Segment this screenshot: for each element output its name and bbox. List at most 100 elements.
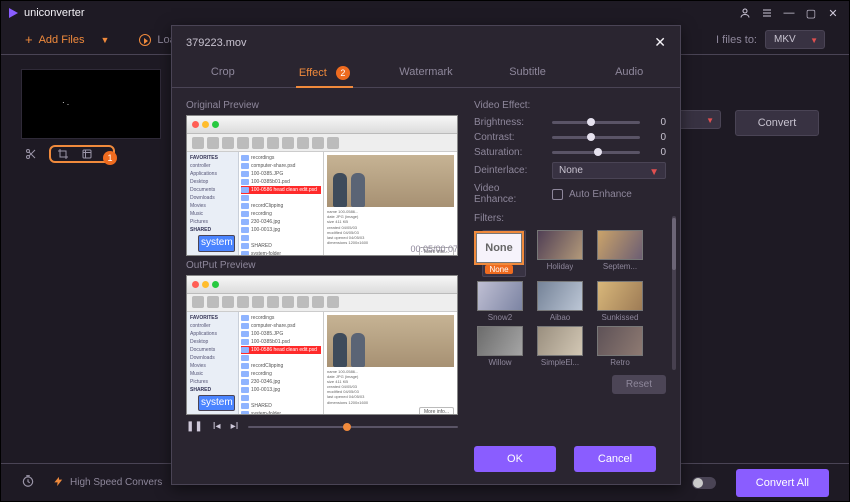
video-thumbnail[interactable] [21, 69, 161, 139]
saturation-slider[interactable] [552, 151, 640, 154]
preview-column: Original Preview FAVORITEScontrollerAppl… [172, 88, 468, 438]
effect-controls: Video Effect: Brightness: 0 Contrast: 0 … [468, 88, 680, 438]
original-preview-label: Original Preview [186, 100, 458, 111]
crop-icon[interactable] [57, 148, 69, 160]
filter-name: Willow [488, 358, 511, 367]
tab-subtitle[interactable]: Subtitle [477, 59, 579, 87]
deinterlace-value: None [559, 165, 583, 176]
filters-scrollbar[interactable] [672, 216, 676, 370]
edit-tools-highlight: 1 [49, 145, 115, 163]
dialog-body: Original Preview FAVORITEScontrollerAppl… [172, 88, 680, 438]
filter-simpleel-[interactable]: SimpleEl... [534, 326, 586, 367]
filter-thumbnail [537, 230, 583, 260]
maximize-button[interactable]: ▢ [803, 5, 819, 21]
filter-willow[interactable]: Willow [474, 326, 526, 367]
thumbnail-tools: 1 [21, 139, 161, 169]
filter-thumbnail [537, 281, 583, 311]
deinterlace-label: Deinterlace: [474, 165, 544, 176]
titlebar: uniconverter — ▢ ✕ [1, 1, 849, 25]
pause-button[interactable]: ❚❚ [186, 421, 203, 432]
seek-bar[interactable] [248, 426, 458, 428]
filter-sunkissed[interactable]: Sunkissed [594, 281, 646, 322]
saturation-row: Saturation: 0 [474, 147, 666, 158]
brightness-value: 0 [648, 117, 666, 128]
filter-holiday[interactable]: Holiday [534, 230, 586, 277]
saturation-value: 0 [648, 147, 666, 158]
prev-frame-button[interactable]: I◂ [213, 421, 221, 432]
filter-name: Holiday [547, 262, 574, 271]
filter-name: Septem... [603, 262, 637, 271]
slider-handle[interactable] [587, 118, 595, 126]
minimize-button[interactable]: — [781, 5, 797, 21]
chevron-down-icon: ▼ [100, 35, 109, 45]
playback-controls: ❚❚ I◂ ▸I [186, 415, 458, 438]
filter-name: SimpleEl... [541, 358, 579, 367]
bolt-icon [53, 476, 64, 490]
filter-none[interactable]: NoneNone [482, 230, 526, 277]
tab-crop[interactable]: Crop [172, 59, 274, 87]
add-files-button[interactable]: + Add Files ▼ [25, 32, 109, 47]
filter-septem-[interactable]: Septem... [594, 230, 646, 277]
filters-grid: NoneNone Holiday Septem... Snow2 Aibao Sunkis… [474, 230, 666, 367]
schedule-icon[interactable] [21, 474, 35, 491]
brightness-slider[interactable] [552, 121, 640, 124]
filter-thumbnail [597, 281, 643, 311]
media-card: 1 [21, 69, 161, 169]
scrollbar-thumb[interactable] [672, 218, 676, 270]
menu-icon[interactable] [759, 5, 775, 21]
auto-enhance-checkbox[interactable] [552, 189, 563, 200]
dialog-filename: 379223.mov [186, 37, 247, 49]
reset-button[interactable]: Reset [612, 375, 666, 394]
filter-name: Sunkissed [602, 313, 639, 322]
output-preview: FAVORITEScontrollerApplicationsDesktopDo… [186, 275, 458, 416]
slider-handle[interactable] [594, 148, 602, 156]
convert-all-button[interactable]: Convert All [736, 469, 829, 497]
filter-name: None [485, 265, 512, 274]
filter-aibao[interactable]: Aibao [534, 281, 586, 322]
account-icon[interactable] [737, 5, 753, 21]
close-button[interactable]: ✕ [825, 5, 841, 21]
trim-icon[interactable] [25, 148, 37, 160]
app-logo-icon [9, 8, 18, 18]
dialog-footer: OK Cancel [172, 438, 680, 484]
filter-name: Snow2 [488, 313, 512, 322]
chevron-down-icon: ▼ [706, 116, 714, 125]
plus-icon: + [25, 32, 33, 47]
filter-thumbnail [597, 326, 643, 356]
disc-icon [139, 34, 151, 46]
app-name: uniconverter [24, 7, 85, 19]
filter-snow2[interactable]: Snow2 [474, 281, 526, 322]
high-speed-toggle[interactable] [692, 477, 716, 489]
slider-handle[interactable] [587, 133, 595, 141]
filters-header: Filters: [474, 213, 666, 224]
effect-icon[interactable] [81, 148, 93, 160]
dialog-close-button[interactable]: ✕ [654, 34, 666, 51]
brightness-row: Brightness: 0 [474, 117, 666, 128]
deinterlace-select[interactable]: None ▼ [552, 162, 666, 179]
contrast-slider[interactable] [552, 136, 640, 139]
deinterlace-row: Deinterlace: None ▼ [474, 162, 666, 179]
auto-enhance-label: Auto Enhance [569, 189, 632, 200]
next-frame-button[interactable]: ▸I [231, 421, 239, 432]
step-badge-1: 1 [103, 151, 117, 165]
filter-name: Aibao [550, 313, 570, 322]
dialog-tabs: Crop Effect 2 Watermark Subtitle Audio [172, 59, 680, 88]
dialog-header: 379223.mov ✕ [172, 26, 680, 59]
filter-retro[interactable]: Retro [594, 326, 646, 367]
contrast-row: Contrast: 0 [474, 132, 666, 143]
output-format-select[interactable]: MKV ▼ [765, 30, 825, 49]
convert-button[interactable]: Convert [735, 110, 819, 136]
step-badge-2: 2 [336, 66, 350, 80]
tab-watermark[interactable]: Watermark [375, 59, 477, 87]
video-effect-header: Video Effect: [474, 100, 666, 111]
tab-effect[interactable]: Effect 2 [274, 59, 376, 87]
original-preview: FAVORITEScontrollerApplicationsDesktopDo… [186, 115, 458, 256]
tab-audio[interactable]: Audio [578, 59, 680, 87]
seek-handle[interactable] [343, 423, 351, 431]
ok-button[interactable]: OK [474, 446, 556, 472]
cancel-button[interactable]: Cancel [574, 446, 656, 472]
add-files-label: Add Files [39, 34, 85, 46]
effect-dialog: 379223.mov ✕ Crop Effect 2 Watermark Sub… [171, 25, 681, 485]
filter-thumbnail [537, 326, 583, 356]
chevron-down-icon: ▼ [810, 36, 818, 45]
